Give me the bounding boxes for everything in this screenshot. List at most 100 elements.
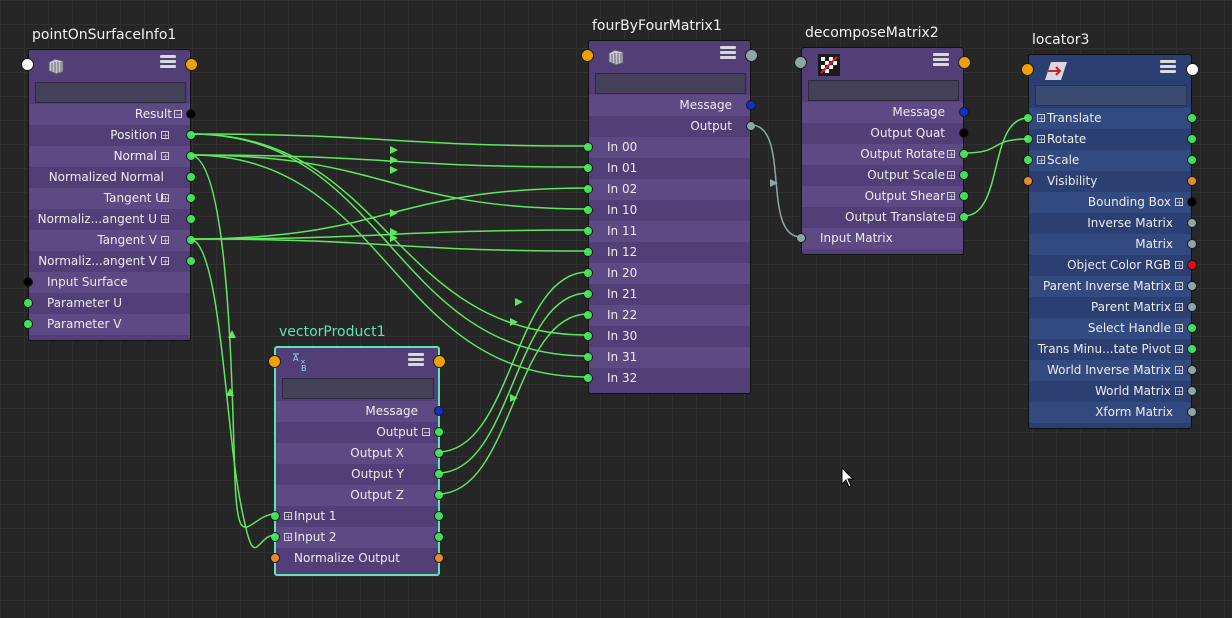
expand-icon[interactable]: +	[1175, 261, 1183, 270]
attribute-row[interactable]: In 30	[583, 326, 750, 347]
expand-icon[interactable]: +	[1175, 303, 1183, 312]
input-plug[interactable]	[23, 277, 33, 287]
attribute-row[interactable]: Parameter U	[23, 293, 190, 314]
node-name-field[interactable]	[1035, 85, 1187, 106]
attribute-row[interactable]: Translate +	[1023, 108, 1197, 129]
header-left-plug[interactable]	[1021, 63, 1034, 76]
attribute-row[interactable]: Output	[589, 116, 756, 137]
attribute-row[interactable]: Rotate +	[1023, 129, 1197, 150]
attribute-row[interactable]: Parameter V	[23, 314, 190, 335]
input-plug[interactable]	[23, 298, 33, 308]
expand-icon[interactable]: +	[1175, 345, 1183, 354]
expand-icon[interactable]: +	[161, 215, 169, 224]
output-plug[interactable]	[434, 511, 444, 521]
output-plug[interactable]	[746, 121, 756, 131]
output-plug[interactable]	[434, 553, 444, 563]
expand-icon[interactable]: +	[161, 152, 169, 161]
output-plug[interactable]	[1187, 365, 1197, 375]
header-left-plug[interactable]	[268, 355, 281, 368]
expand-icon[interactable]: −	[422, 428, 430, 437]
attribute-row[interactable]: World Matrix +	[1029, 381, 1197, 402]
attribute-row[interactable]: In 31	[583, 347, 750, 368]
input-plug[interactable]	[583, 247, 593, 257]
expand-icon[interactable]: +	[161, 131, 169, 140]
output-plug[interactable]	[959, 191, 969, 201]
header-right-plug[interactable]	[1186, 63, 1199, 76]
expand-icon[interactable]: +	[1175, 324, 1183, 333]
output-plug[interactable]	[434, 490, 444, 500]
attribute-row[interactable]: Output Rotate +	[802, 144, 969, 165]
attribute-row[interactable]: In 21	[583, 284, 750, 305]
output-plug[interactable]	[186, 172, 196, 182]
attribute-row[interactable]: Parent Matrix +	[1029, 297, 1197, 318]
header-right-plug[interactable]	[745, 49, 758, 62]
attribute-row[interactable]: In 12	[583, 242, 750, 263]
node-name-field[interactable]	[35, 82, 186, 103]
node-name-field[interactable]	[282, 378, 434, 399]
attribute-row[interactable]: Bounding Box +	[1029, 192, 1197, 213]
node-menu-icon[interactable]	[1160, 60, 1176, 75]
input-plug[interactable]	[583, 268, 593, 278]
input-plug[interactable]	[1023, 113, 1033, 123]
output-plug[interactable]	[1187, 176, 1197, 186]
expand-icon[interactable]: +	[1175, 366, 1183, 375]
attribute-row[interactable]: Xform Matrix	[1029, 402, 1197, 423]
output-plug[interactable]	[1187, 302, 1197, 312]
input-plug[interactable]	[23, 319, 33, 329]
input-plug[interactable]	[583, 352, 593, 362]
output-plug[interactable]	[434, 469, 444, 479]
expand-icon[interactable]: +	[1175, 198, 1183, 207]
attribute-row[interactable]: Output Translate +	[802, 207, 969, 228]
header-left-plug[interactable]	[21, 58, 34, 71]
attribute-row[interactable]: Output −	[276, 422, 444, 443]
node-name-field[interactable]	[808, 80, 959, 101]
output-plug[interactable]	[959, 149, 969, 159]
attribute-row[interactable]: In 01	[583, 158, 750, 179]
output-plug[interactable]	[1187, 218, 1197, 228]
attribute-row[interactable]: Tangent V +	[29, 230, 196, 251]
expand-icon[interactable]: +	[947, 171, 955, 180]
node-menu-icon[interactable]	[160, 55, 176, 70]
output-plug[interactable]	[434, 406, 444, 416]
expand-icon[interactable]: +	[1037, 156, 1045, 165]
output-plug[interactable]	[186, 256, 196, 266]
node-menu-icon[interactable]	[720, 46, 736, 61]
output-plug[interactable]	[186, 193, 196, 203]
output-plug[interactable]	[959, 170, 969, 180]
attribute-row[interactable]: Trans Minu...tate Pivot +	[1029, 339, 1197, 360]
expand-icon[interactable]: +	[947, 192, 955, 201]
input-plug[interactable]	[1023, 134, 1033, 144]
attribute-row[interactable]: Object Color RGB +	[1029, 255, 1197, 276]
header-left-plug[interactable]	[794, 56, 807, 69]
expand-icon[interactable]: +	[284, 512, 292, 521]
attribute-row[interactable]: Output X	[276, 443, 444, 464]
attribute-row[interactable]: Visibility	[1023, 171, 1197, 192]
expand-icon[interactable]: +	[947, 213, 955, 222]
attribute-row[interactable]: Output Shear +	[802, 186, 969, 207]
output-plug[interactable]	[1187, 260, 1197, 270]
expand-icon[interactable]: +	[284, 533, 292, 542]
output-plug[interactable]	[1187, 113, 1197, 123]
expand-icon[interactable]: +	[161, 194, 169, 203]
output-plug[interactable]	[186, 235, 196, 245]
header-right-plug[interactable]	[185, 58, 198, 71]
input-plug[interactable]	[583, 289, 593, 299]
expand-icon[interactable]: −	[174, 110, 182, 119]
attribute-row[interactable]: Matrix	[1029, 234, 1197, 255]
input-plug[interactable]	[583, 373, 593, 383]
input-plug[interactable]	[583, 331, 593, 341]
attribute-row[interactable]: Message	[802, 102, 969, 123]
attribute-row[interactable]: Normalize Output	[270, 548, 444, 569]
output-plug[interactable]	[1187, 281, 1197, 291]
header-right-plug[interactable]	[958, 56, 971, 69]
attribute-row[interactable]: Scale +	[1023, 150, 1197, 171]
output-plug[interactable]	[186, 109, 196, 119]
node-vectorProduct[interactable]: A × B Message Output − Output X Output Y Output…	[268, 346, 446, 576]
output-plug[interactable]	[1187, 407, 1197, 417]
input-plug[interactable]	[583, 310, 593, 320]
attribute-row[interactable]: Input 1 +	[270, 506, 444, 527]
input-plug[interactable]	[270, 553, 280, 563]
output-plug[interactable]	[959, 107, 969, 117]
attribute-row[interactable]: Normal +	[29, 146, 196, 167]
expand-icon[interactable]: +	[1037, 114, 1045, 123]
